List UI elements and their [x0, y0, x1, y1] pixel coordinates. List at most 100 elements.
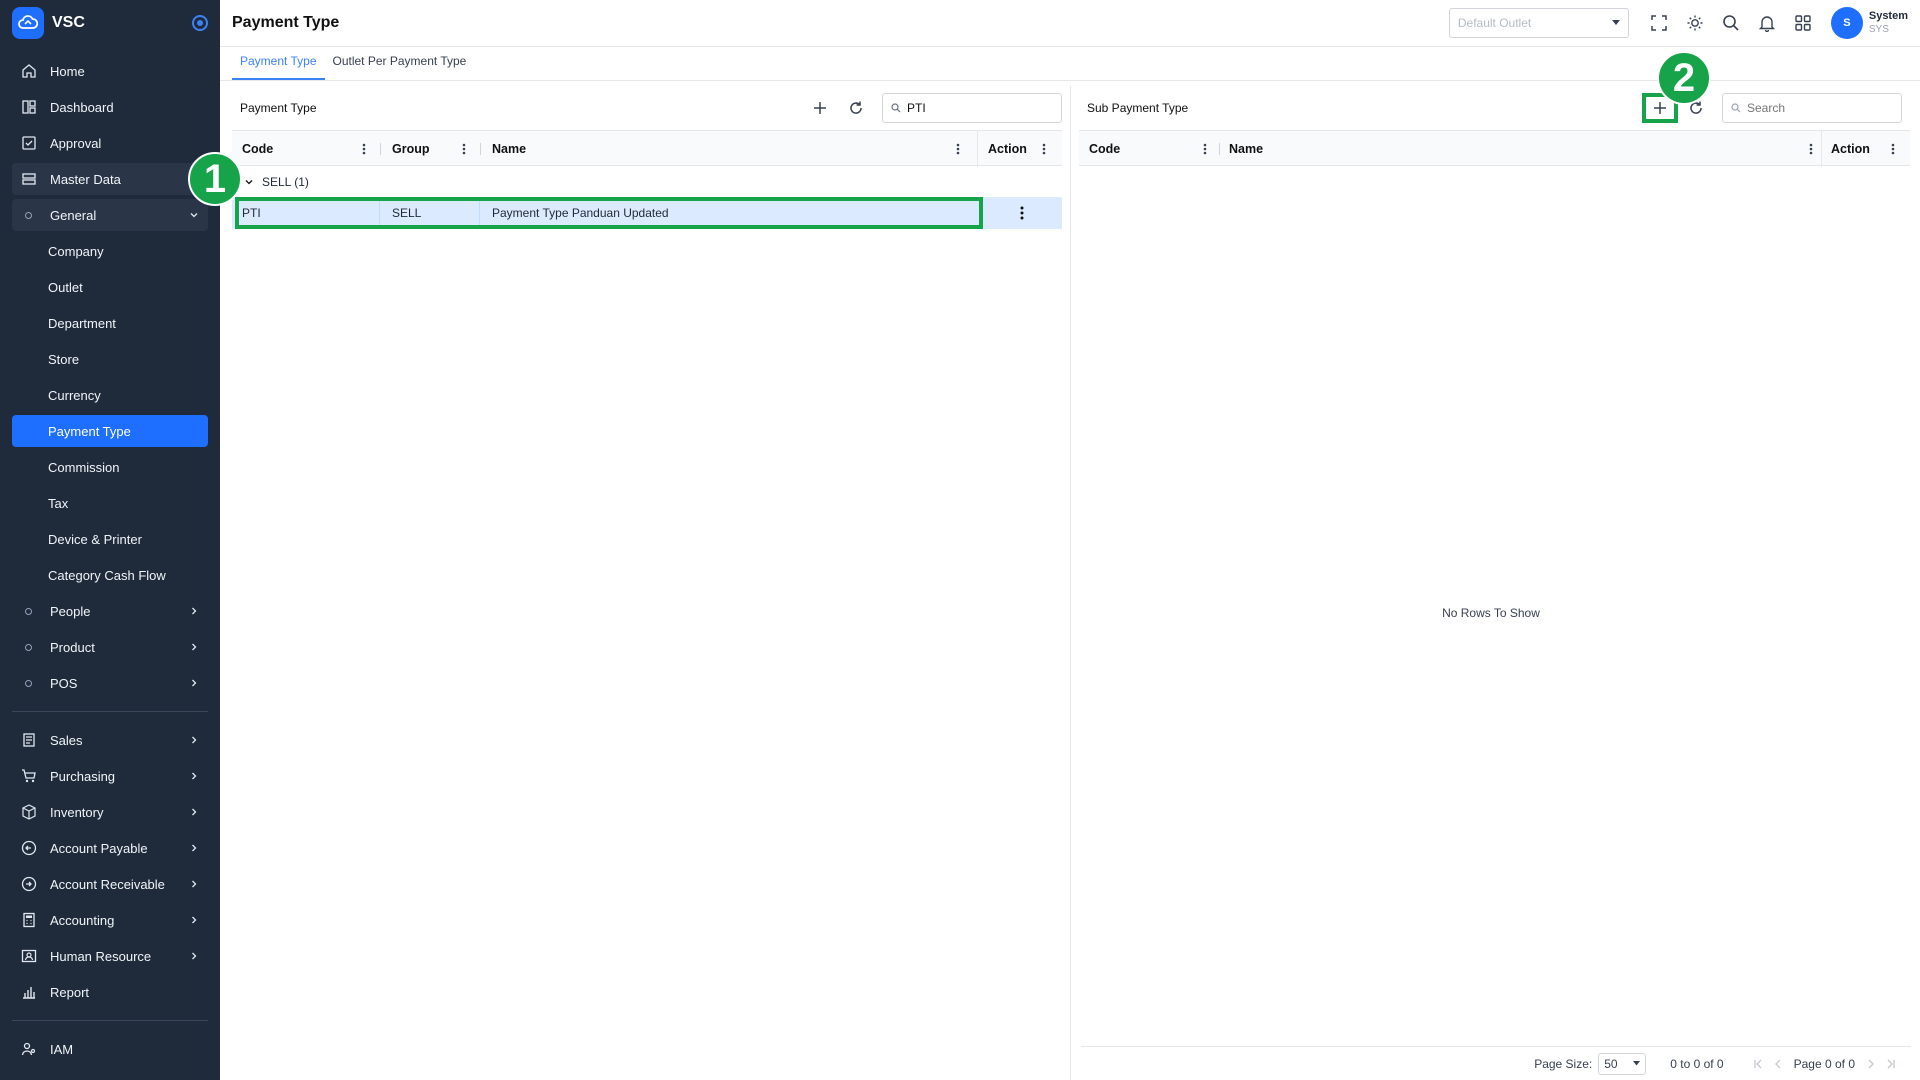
sidebar-item-human-resource[interactable]: Human Resource: [12, 940, 208, 972]
dashboard-icon: [20, 98, 38, 116]
column-header-action[interactable]: Action: [978, 131, 1027, 167]
calculator-icon: [20, 911, 38, 929]
cart-icon: [20, 767, 38, 785]
checkbox-icon: [20, 134, 38, 152]
prev-page-icon[interactable]: [1768, 1054, 1788, 1074]
sidebar-item-category-cash-flow[interactable]: Category Cash Flow: [12, 559, 208, 591]
sidebar-item-sales[interactable]: Sales: [12, 724, 208, 756]
search-icon: [891, 103, 901, 113]
apps-grid-icon[interactable]: [1785, 8, 1821, 38]
sidebar-pin-icon[interactable]: [192, 15, 208, 31]
column-menu-icon[interactable]: [1887, 142, 1899, 156]
sidebar-item-tax[interactable]: Tax: [12, 487, 208, 519]
sidebar-item-inventory[interactable]: Inventory: [12, 796, 208, 828]
sidebar-item-pos[interactable]: POS: [12, 667, 208, 699]
tab-outlet-per-payment-type[interactable]: Outlet Per Payment Type: [325, 50, 475, 80]
column-divider[interactable]: [480, 143, 481, 155]
sidebar-item-accounting[interactable]: Accounting: [12, 904, 208, 936]
page-size-value: 50: [1604, 1056, 1618, 1071]
sidebar-item-payment-type[interactable]: Payment Type: [12, 415, 208, 447]
avatar[interactable]: S: [1830, 7, 1863, 39]
column-header-group[interactable]: Group: [382, 131, 430, 167]
search-input-wrapper[interactable]: [1722, 93, 1902, 123]
fullscreen-icon[interactable]: [1641, 8, 1677, 38]
home-icon: [20, 62, 38, 80]
bullet-icon: [25, 211, 32, 219]
column-header-code[interactable]: Code: [232, 131, 273, 167]
sidebar-item-general[interactable]: General: [12, 199, 208, 231]
bullet-icon: [25, 679, 32, 687]
sidebar-item-iam[interactable]: IAM: [12, 1033, 208, 1065]
search-icon[interactable]: [1713, 8, 1749, 38]
first-page-icon[interactable]: [1748, 1054, 1768, 1074]
tab-payment-type[interactable]: Payment Type: [232, 50, 325, 80]
sidebar-item-master-data[interactable]: Master Data: [12, 163, 208, 195]
outlet-select-placeholder: Default Outlet: [1457, 16, 1532, 30]
page-size-select[interactable]: 50: [1598, 1052, 1647, 1075]
empty-state: No Rows To Show: [1442, 606, 1540, 620]
sidebar-item-company[interactable]: Company: [12, 235, 208, 267]
column-header-name[interactable]: Name: [482, 131, 526, 167]
cell-code[interactable]: PTI: [232, 197, 380, 229]
user-role: SYS: [1868, 24, 1889, 35]
chevron-right-icon: [188, 734, 200, 746]
sidebar-item-dashboard[interactable]: Dashboard: [12, 91, 208, 123]
column-menu-icon[interactable]: [458, 142, 470, 156]
search-input-wrapper[interactable]: [882, 93, 1062, 123]
sidebar-item-device-printer[interactable]: Device & Printer: [12, 523, 208, 555]
sidebar-item-people[interactable]: People: [12, 595, 208, 627]
sidebar-item-commission[interactable]: Commission: [12, 451, 208, 483]
sun-icon[interactable]: [1677, 8, 1713, 38]
sidebar-item-store[interactable]: Store: [12, 343, 208, 375]
cell-group[interactable]: SELL: [382, 197, 480, 229]
sidebar-item-department[interactable]: Department: [12, 307, 208, 339]
last-page-icon[interactable]: [1881, 1054, 1901, 1074]
column-header-name[interactable]: Name: [1219, 131, 1263, 167]
sidebar-item-home[interactable]: Home: [12, 55, 208, 87]
panel-title: Sub Payment Type: [1087, 101, 1189, 115]
pagination: Page Size: 50 0 to 0 of 0 Page 0 of 0: [1081, 1046, 1911, 1080]
sidebar-item-purchasing[interactable]: Purchasing: [12, 760, 208, 792]
column-menu-icon[interactable]: [1805, 142, 1817, 156]
arrow-left-circle-icon: [20, 839, 38, 857]
chevron-down-icon: [188, 209, 200, 221]
chevron-right-icon: [188, 950, 200, 962]
group-row[interactable]: SELL (1): [232, 166, 1062, 197]
column-menu-icon[interactable]: [1199, 142, 1211, 156]
add-button[interactable]: [802, 92, 838, 124]
cell-name[interactable]: Payment Type Panduan Updated: [482, 197, 977, 229]
column-menu-icon[interactable]: [1038, 142, 1050, 156]
column-menu-icon[interactable]: [358, 142, 370, 156]
sidebar-item-outlet[interactable]: Outlet: [12, 271, 208, 303]
column-menu-icon[interactable]: [952, 142, 964, 156]
chevron-right-icon: [188, 677, 200, 689]
top-header: Payment Type Default Outlet S System SYS: [220, 0, 1920, 47]
bullet-icon: [25, 607, 32, 615]
sidebar-item-account-receivable[interactable]: Account Receivable: [12, 868, 208, 900]
column-header-code[interactable]: Code: [1079, 131, 1120, 167]
search-input[interactable]: [907, 101, 1047, 115]
column-header-action[interactable]: Action: [1821, 131, 1870, 167]
outlet-select[interactable]: Default Outlet: [1448, 8, 1629, 38]
database-icon: [20, 170, 38, 188]
sidebar-item-report[interactable]: Report: [12, 976, 208, 1008]
user-info[interactable]: System SYS: [1869, 9, 1908, 37]
sidebar-item-approval[interactable]: Approval: [12, 127, 208, 159]
refresh-button[interactable]: [838, 92, 874, 124]
chevron-right-icon: [188, 641, 200, 653]
sidebar-item-currency[interactable]: Currency: [12, 379, 208, 411]
cloud-logo-icon: [12, 7, 44, 39]
chevron-right-icon: [188, 605, 200, 617]
chevron-right-icon: [188, 842, 200, 854]
column-divider[interactable]: [380, 143, 381, 155]
bell-icon[interactable]: [1749, 8, 1785, 38]
user-key-icon: [20, 1040, 38, 1058]
sidebar-item-account-payable[interactable]: Account Payable: [12, 832, 208, 864]
chevron-down-icon[interactable]: [244, 177, 254, 187]
row-action-menu-icon[interactable]: [1010, 197, 1040, 229]
page-indicator: Page 0 of 0: [1793, 1056, 1855, 1071]
table-row[interactable]: PTI SELL Payment Type Panduan Updated: [232, 197, 1062, 229]
next-page-icon[interactable]: [1861, 1054, 1881, 1074]
search-input[interactable]: [1747, 101, 1887, 115]
sidebar-item-product[interactable]: Product: [12, 631, 208, 663]
